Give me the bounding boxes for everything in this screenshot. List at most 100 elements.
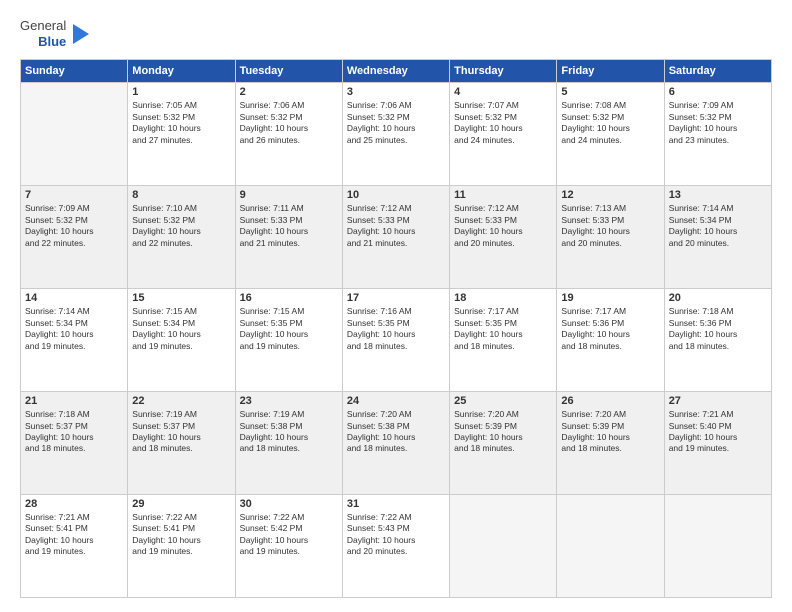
day-number: 11: [454, 189, 552, 201]
day-number: 13: [669, 189, 767, 201]
calendar-cell: 14 Sunrise: 7:14 AM Sunset: 5:34 PM Dayli…: [21, 289, 128, 392]
day-info: Sunrise: 7:21 AM Sunset: 5:40 PM Dayligh…: [669, 409, 767, 455]
day-number: 1: [132, 86, 230, 98]
calendar-cell: [450, 495, 557, 598]
calendar-cell: 11 Sunrise: 7:12 AM Sunset: 5:33 PM Dayli…: [450, 186, 557, 289]
day-info: Sunrise: 7:05 AM Sunset: 5:32 PM Dayligh…: [132, 100, 230, 146]
calendar-cell: 30 Sunrise: 7:22 AM Sunset: 5:42 PM Dayli…: [235, 495, 342, 598]
calendar-cell: [664, 495, 771, 598]
calendar-table: SundayMondayTuesdayWednesdayThursdayFrid…: [20, 59, 772, 598]
day-number: 18: [454, 292, 552, 304]
day-number: 6: [669, 86, 767, 98]
day-info: Sunrise: 7:22 AM Sunset: 5:42 PM Dayligh…: [240, 512, 338, 558]
day-info: Sunrise: 7:19 AM Sunset: 5:38 PM Dayligh…: [240, 409, 338, 455]
header: General Blue: [20, 18, 772, 49]
weekday-header-monday: Monday: [128, 60, 235, 83]
calendar-cell: 18 Sunrise: 7:17 AM Sunset: 5:35 PM Dayli…: [450, 289, 557, 392]
weekday-header-thursday: Thursday: [450, 60, 557, 83]
day-number: 5: [561, 86, 659, 98]
calendar-cell: 9Sunrise: 7:11 AM Sunset: 5:33 PM Daylig…: [235, 186, 342, 289]
calendar-cell: [21, 83, 128, 186]
calendar-cell: 27Sunrise: 7:21 AM Sunset: 5:40 PM Dayli…: [664, 392, 771, 495]
calendar-week-row: 21 Sunrise: 7:18 AM Sunset: 5:37 PM Dayli…: [21, 392, 772, 495]
weekday-header-wednesday: Wednesday: [342, 60, 449, 83]
calendar-cell: 25Sunrise: 7:20 AM Sunset: 5:39 PM Dayli…: [450, 392, 557, 495]
day-info: Sunrise: 7:12 AM Sunset: 5:33 PM Dayligh…: [454, 203, 552, 249]
day-number: 24: [347, 395, 445, 407]
day-info: Sunrise: 7:14 AM Sunset: 5:34 PM Dayligh…: [25, 306, 123, 352]
calendar-cell: 6Sunrise: 7:09 AM Sunset: 5:32 PM Daylig…: [664, 83, 771, 186]
logo-arrow: [73, 24, 89, 44]
calendar-cell: 26Sunrise: 7:20 AM Sunset: 5:39 PM Dayli…: [557, 392, 664, 495]
day-number: 9: [240, 189, 338, 201]
calendar-cell: 1 Sunrise: 7:05 AM Sunset: 5:32 PM Daylig…: [128, 83, 235, 186]
calendar-cell: 28 Sunrise: 7:21 AM Sunset: 5:41 PM Dayli…: [21, 495, 128, 598]
calendar-cell: 20 Sunrise: 7:18 AM Sunset: 5:36 PM Dayli…: [664, 289, 771, 392]
logo-text-blue: Blue: [38, 34, 66, 50]
calendar-cell: 3 Sunrise: 7:06 AM Sunset: 5:32 PM Daylig…: [342, 83, 449, 186]
calendar-cell: 2Sunrise: 7:06 AM Sunset: 5:32 PM Daylig…: [235, 83, 342, 186]
day-info: Sunrise: 7:10 AM Sunset: 5:32 PM Dayligh…: [132, 203, 230, 249]
day-number: 22: [132, 395, 230, 407]
logo-text-general: General: [20, 18, 66, 34]
calendar-cell: 23Sunrise: 7:19 AM Sunset: 5:38 PM Dayli…: [235, 392, 342, 495]
calendar-cell: 21 Sunrise: 7:18 AM Sunset: 5:37 PM Dayli…: [21, 392, 128, 495]
calendar-cell: 17 Sunrise: 7:16 AM Sunset: 5:35 PM Dayli…: [342, 289, 449, 392]
day-info: Sunrise: 7:07 AM Sunset: 5:32 PM Dayligh…: [454, 100, 552, 146]
day-number: 8: [132, 189, 230, 201]
day-number: 17: [347, 292, 445, 304]
day-info: Sunrise: 7:12 AM Sunset: 5:33 PM Dayligh…: [347, 203, 445, 249]
day-info: Sunrise: 7:18 AM Sunset: 5:36 PM Dayligh…: [669, 306, 767, 352]
weekday-header-tuesday: Tuesday: [235, 60, 342, 83]
day-info: Sunrise: 7:17 AM Sunset: 5:35 PM Dayligh…: [454, 306, 552, 352]
day-number: 10: [347, 189, 445, 201]
day-number: 3: [347, 86, 445, 98]
day-number: 30: [240, 498, 338, 510]
day-number: 21: [25, 395, 123, 407]
calendar-cell: 10 Sunrise: 7:12 AM Sunset: 5:33 PM Dayli…: [342, 186, 449, 289]
day-number: 16: [240, 292, 338, 304]
day-info: Sunrise: 7:17 AM Sunset: 5:36 PM Dayligh…: [561, 306, 659, 352]
calendar-cell: 31 Sunrise: 7:22 AM Sunset: 5:43 PM Dayli…: [342, 495, 449, 598]
day-number: 20: [669, 292, 767, 304]
day-info: Sunrise: 7:22 AM Sunset: 5:43 PM Dayligh…: [347, 512, 445, 558]
day-info: Sunrise: 7:13 AM Sunset: 5:33 PM Dayligh…: [561, 203, 659, 249]
day-info: Sunrise: 7:20 AM Sunset: 5:39 PM Dayligh…: [561, 409, 659, 455]
calendar-cell: 15 Sunrise: 7:15 AM Sunset: 5:34 PM Dayli…: [128, 289, 235, 392]
day-info: Sunrise: 7:15 AM Sunset: 5:34 PM Dayligh…: [132, 306, 230, 352]
weekday-header-sunday: Sunday: [21, 60, 128, 83]
day-number: 25: [454, 395, 552, 407]
calendar-week-row: 1 Sunrise: 7:05 AM Sunset: 5:32 PM Daylig…: [21, 83, 772, 186]
day-number: 15: [132, 292, 230, 304]
calendar-cell: 13 Sunrise: 7:14 AM Sunset: 5:34 PM Dayli…: [664, 186, 771, 289]
calendar-week-row: 14 Sunrise: 7:14 AM Sunset: 5:34 PM Dayli…: [21, 289, 772, 392]
calendar-cell: 5 Sunrise: 7:08 AM Sunset: 5:32 PM Daylig…: [557, 83, 664, 186]
day-number: 19: [561, 292, 659, 304]
day-number: 2: [240, 86, 338, 98]
day-info: Sunrise: 7:06 AM Sunset: 5:32 PM Dayligh…: [347, 100, 445, 146]
day-number: 31: [347, 498, 445, 510]
day-info: Sunrise: 7:20 AM Sunset: 5:38 PM Dayligh…: [347, 409, 445, 455]
day-info: Sunrise: 7:22 AM Sunset: 5:41 PM Dayligh…: [132, 512, 230, 558]
day-number: 7: [25, 189, 123, 201]
calendar-week-row: 28 Sunrise: 7:21 AM Sunset: 5:41 PM Dayli…: [21, 495, 772, 598]
calendar-cell: 7Sunrise: 7:09 AM Sunset: 5:32 PM Daylig…: [21, 186, 128, 289]
weekday-header-saturday: Saturday: [664, 60, 771, 83]
logo: General Blue: [20, 18, 89, 49]
calendar-cell: 24 Sunrise: 7:20 AM Sunset: 5:38 PM Dayli…: [342, 392, 449, 495]
day-number: 28: [25, 498, 123, 510]
day-info: Sunrise: 7:18 AM Sunset: 5:37 PM Dayligh…: [25, 409, 123, 455]
calendar-week-row: 7Sunrise: 7:09 AM Sunset: 5:32 PM Daylig…: [21, 186, 772, 289]
weekday-header-row: SundayMondayTuesdayWednesdayThursdayFrid…: [21, 60, 772, 83]
day-info: Sunrise: 7:16 AM Sunset: 5:35 PM Dayligh…: [347, 306, 445, 352]
page: General Blue SundayMondayTuesdayWednesda…: [0, 0, 792, 612]
day-info: Sunrise: 7:14 AM Sunset: 5:34 PM Dayligh…: [669, 203, 767, 249]
day-info: Sunrise: 7:15 AM Sunset: 5:35 PM Dayligh…: [240, 306, 338, 352]
calendar-cell: [557, 495, 664, 598]
day-info: Sunrise: 7:08 AM Sunset: 5:32 PM Dayligh…: [561, 100, 659, 146]
day-info: Sunrise: 7:19 AM Sunset: 5:37 PM Dayligh…: [132, 409, 230, 455]
day-number: 14: [25, 292, 123, 304]
calendar-cell: 16 Sunrise: 7:15 AM Sunset: 5:35 PM Dayli…: [235, 289, 342, 392]
weekday-header-friday: Friday: [557, 60, 664, 83]
day-info: Sunrise: 7:21 AM Sunset: 5:41 PM Dayligh…: [25, 512, 123, 558]
